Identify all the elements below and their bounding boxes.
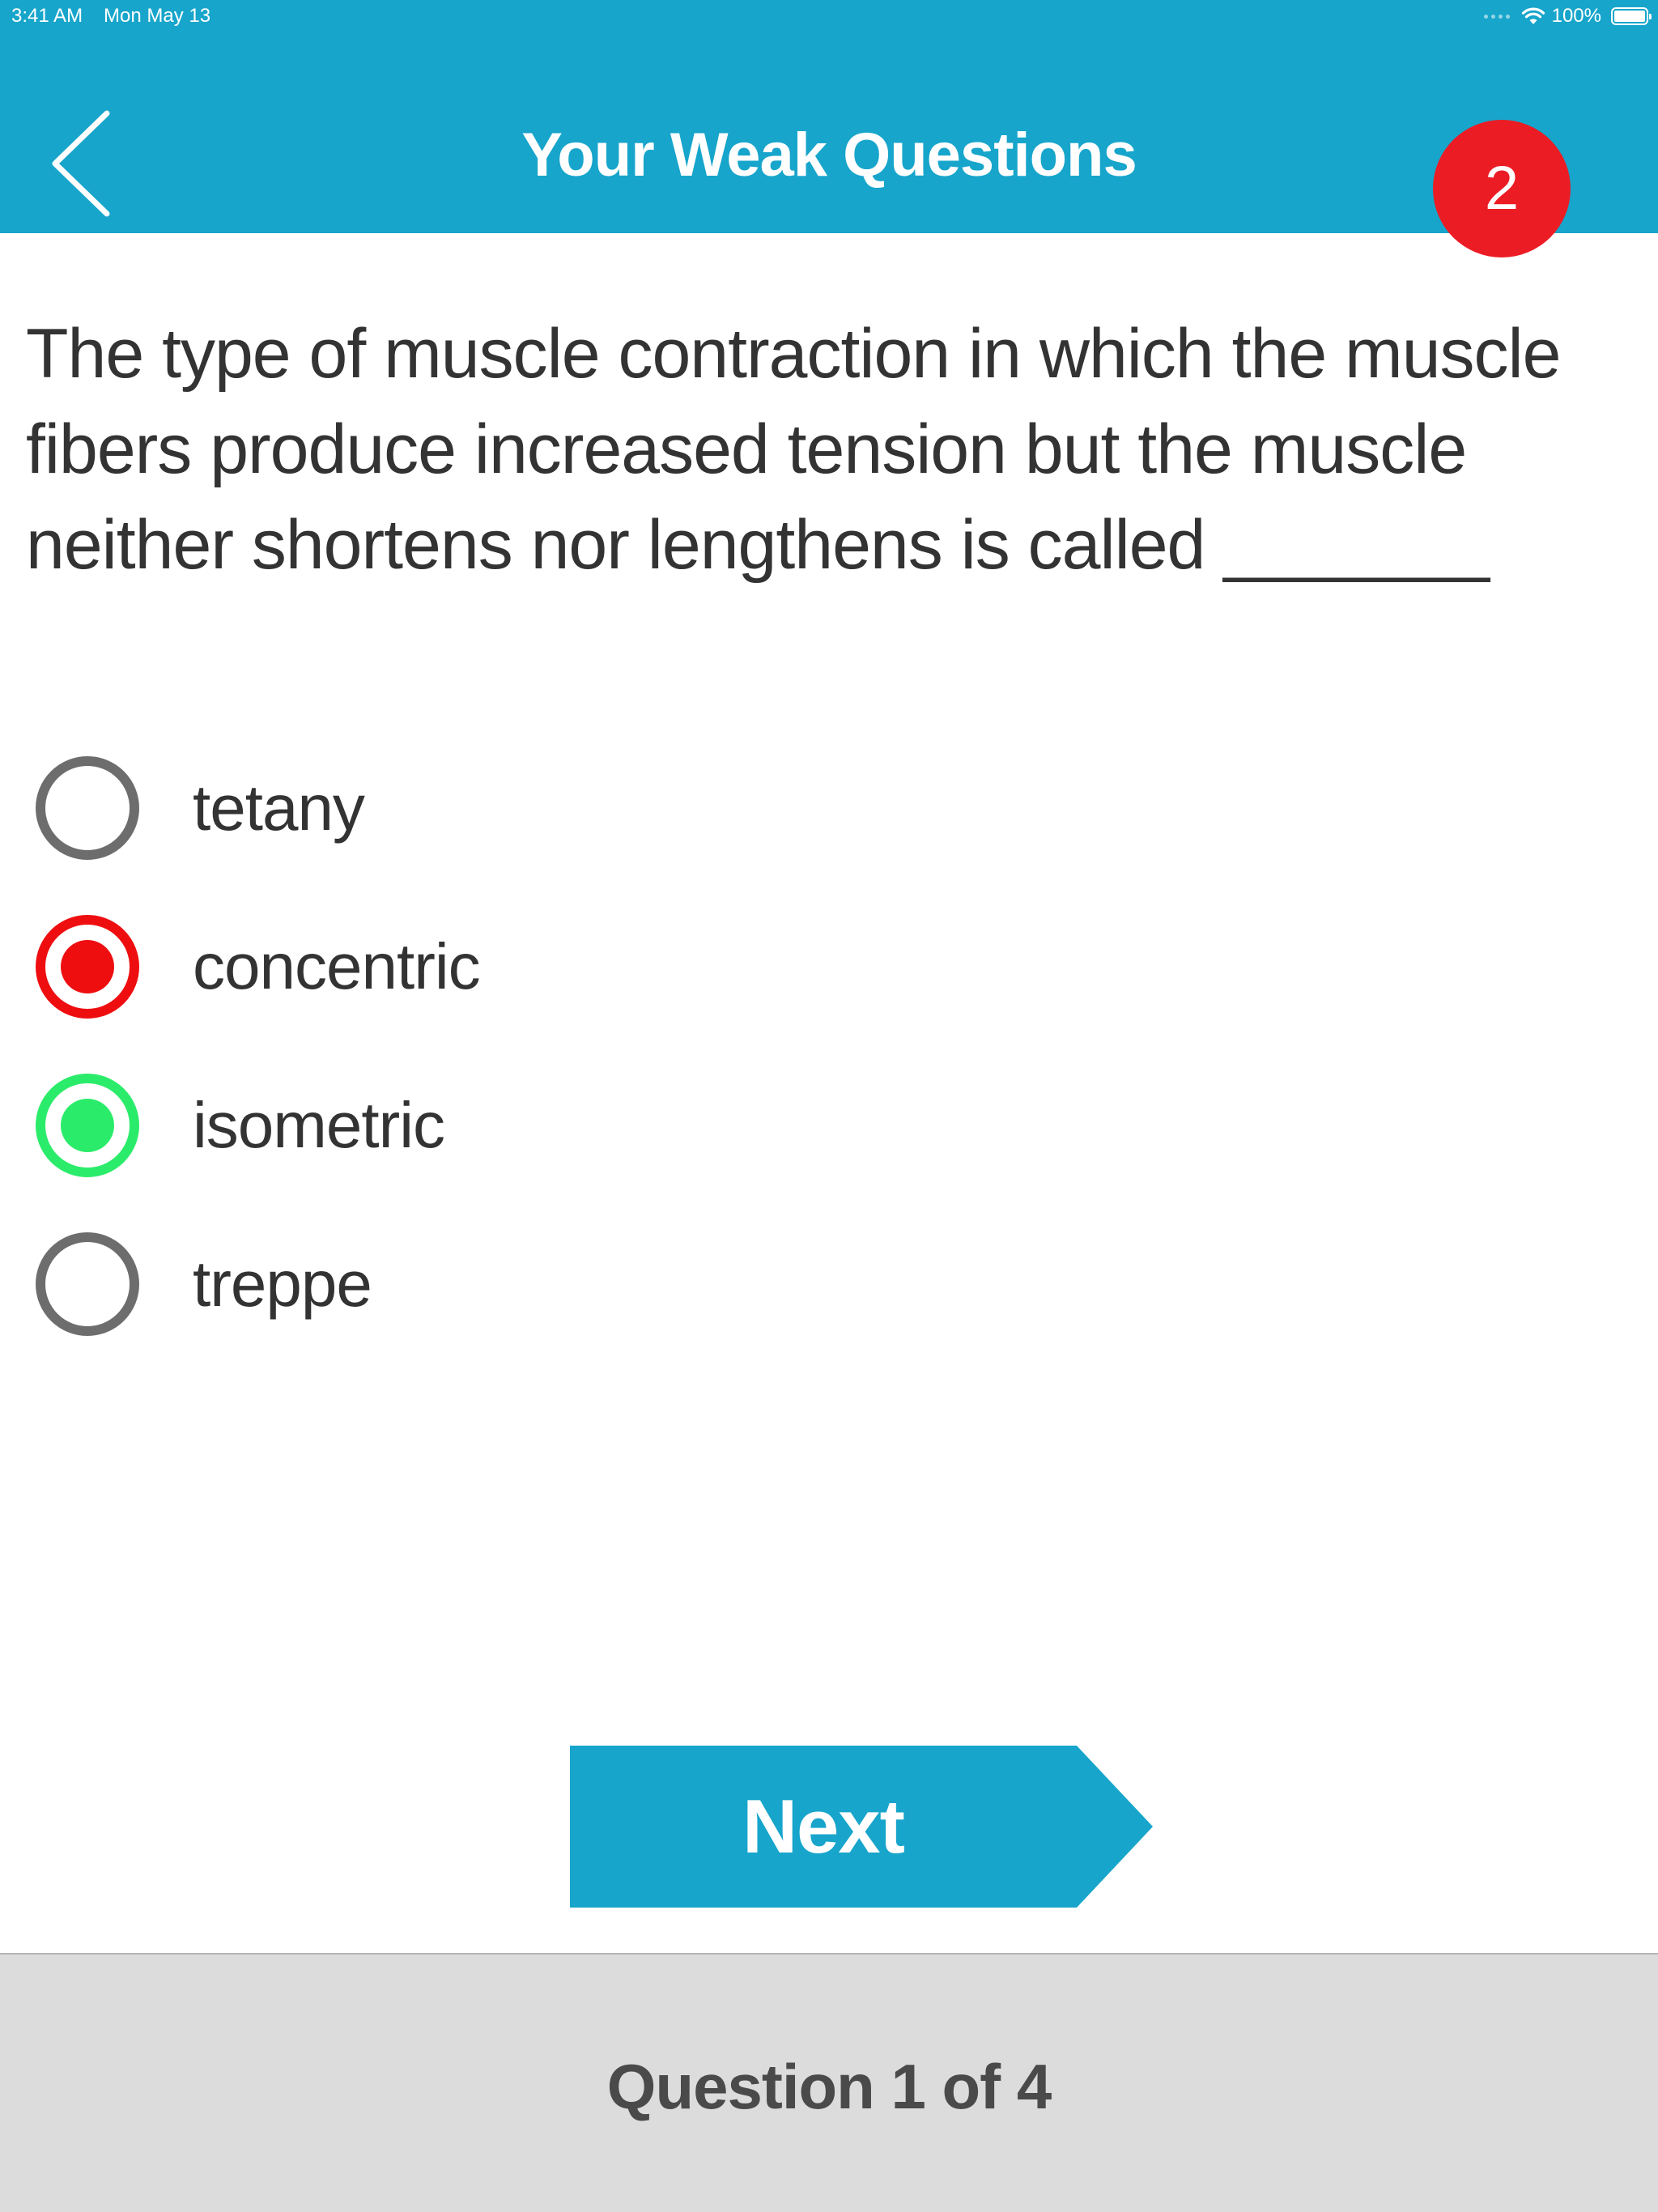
radio-dot (61, 1099, 114, 1152)
question-progress: Question 1 of 4 (606, 2051, 1052, 2122)
radio-dot (61, 940, 114, 993)
status-date: Mon May 13 (104, 5, 211, 27)
battery-icon (1611, 7, 1652, 25)
option-label: isometric (193, 1089, 445, 1161)
page-title: Your Weak Questions (521, 121, 1137, 189)
next-button[interactable]: Next (570, 1746, 1153, 1908)
option-label: tetany (193, 772, 365, 844)
option-isometric[interactable]: isometric (32, 1069, 1004, 1182)
wifi-icon (1521, 7, 1545, 24)
radio-button-icon[interactable] (36, 756, 139, 860)
option-label: concentric (193, 930, 481, 1002)
battery-level-fill (1614, 11, 1645, 22)
option-treppe[interactable]: treppe (32, 1227, 1004, 1341)
progress-footer: Question 1 of 4 (0, 1953, 1658, 2212)
quiz-screen: 3:41 AM Mon May 13 100% Your Weak Questi… (0, 0, 1658, 2212)
status-bar: 3:41 AM Mon May 13 100% (0, 0, 1658, 32)
next-button-label: Next (742, 1784, 905, 1869)
radio-button-icon[interactable] (36, 915, 139, 1019)
option-tetany[interactable]: tetany (32, 751, 1004, 865)
option-label: treppe (193, 1248, 372, 1320)
radio-button-icon[interactable] (36, 1074, 139, 1177)
weak-questions-count-badge: 2 (1433, 120, 1571, 257)
status-indicators: 100% (1483, 3, 1652, 29)
radio-button-icon[interactable] (36, 1232, 139, 1336)
navigation-bar: Your Weak Questions 2 (0, 32, 1658, 257)
battery-percent: 100% (1551, 5, 1601, 27)
status-time: 3:41 AM (11, 5, 83, 27)
cellular-signal-icon (1483, 14, 1510, 19)
question-text: The type of muscle contraction in which … (26, 315, 1561, 584)
option-concentric[interactable]: concentric (32, 910, 1004, 1023)
